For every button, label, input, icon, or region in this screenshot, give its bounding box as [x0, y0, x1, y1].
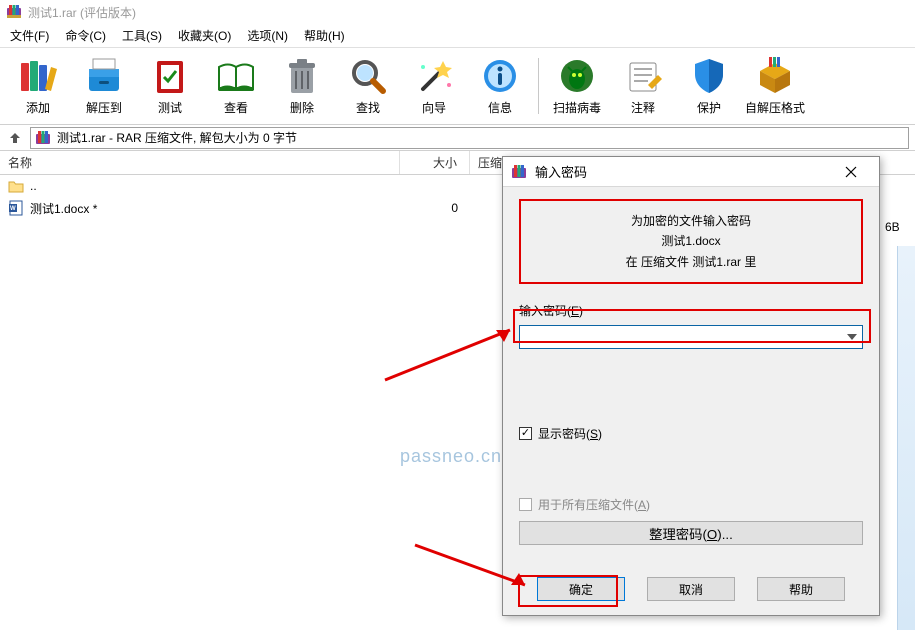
drawer-icon	[83, 55, 125, 97]
toolbar-find[interactable]: 查找	[336, 52, 400, 120]
toolbar-delete[interactable]: 删除	[270, 52, 334, 120]
organize-passwords-button[interactable]: 整理密码(O)...	[519, 521, 863, 545]
col-name[interactable]: 名称	[0, 151, 400, 174]
password-dialog: 输入密码 为加密的文件输入密码 测试1.docx 在 压缩文件 测试1.rar …	[502, 156, 880, 616]
folder-up-icon	[8, 179, 24, 193]
close-button[interactable]	[831, 158, 871, 186]
menu-tools[interactable]: 工具(S)	[116, 25, 168, 46]
toolbar-sfx[interactable]: 自解压格式	[743, 52, 807, 120]
password-input-combo	[519, 325, 863, 349]
toolbar-extract-to[interactable]: 解压到	[72, 52, 136, 120]
docx-icon: W	[8, 200, 24, 216]
menu-favorites[interactable]: 收藏夹(O)	[172, 25, 237, 46]
winrar-icon	[511, 164, 527, 180]
password-input[interactable]	[520, 327, 842, 347]
help-button[interactable]: 帮助	[757, 577, 845, 601]
dialog-buttons: 确定 取消 帮助	[503, 577, 879, 601]
password-dropdown[interactable]	[842, 326, 862, 348]
path-row: 测试1.rar - RAR 压缩文件, 解包大小为 0 字节	[0, 125, 915, 151]
winrar-icon	[6, 4, 22, 20]
toolbar-separator	[538, 58, 539, 114]
up-button[interactable]	[6, 129, 24, 147]
toolbar-add[interactable]: 添加	[6, 52, 70, 120]
toolbar-comment[interactable]: 注释	[611, 52, 675, 120]
box-icon	[754, 55, 796, 97]
path-box[interactable]: 测试1.rar - RAR 压缩文件, 解包大小为 0 字节	[30, 127, 909, 149]
wand-icon	[413, 55, 455, 97]
svg-text:W: W	[10, 206, 16, 212]
prompt-box: 为加密的文件输入密码 测试1.docx 在 压缩文件 测试1.rar 里	[519, 199, 863, 284]
menu-file[interactable]: 文件(F)	[4, 25, 55, 46]
watermark: passneo.cn	[400, 446, 502, 467]
dialog-titlebar: 输入密码	[503, 157, 879, 187]
menu-options[interactable]: 选项(N)	[241, 25, 294, 46]
toolbar-test[interactable]: 测试	[138, 52, 202, 120]
toolbar-info[interactable]: 信息	[468, 52, 532, 120]
show-password-checkbox[interactable]	[519, 427, 532, 440]
window-title: 测试1.rar (评估版本)	[28, 4, 136, 21]
info-icon	[479, 55, 521, 97]
trash-icon	[281, 55, 323, 97]
path-text: 测试1.rar - RAR 压缩文件, 解包大小为 0 字节	[57, 129, 297, 146]
side-text: 6B	[885, 220, 915, 238]
show-password-label: 显示密码(S)	[538, 425, 602, 442]
window-titlebar: 测试1.rar (评估版本)	[0, 0, 915, 24]
side-scrollbar[interactable]	[897, 246, 915, 630]
dialog-title: 输入密码	[535, 162, 823, 181]
open-book-icon	[215, 55, 257, 97]
ok-button[interactable]: 确定	[537, 577, 625, 601]
toolbar-view[interactable]: 查看	[204, 52, 268, 120]
show-password-row[interactable]: 显示密码(S)	[519, 425, 863, 442]
toolbar-virus-scan[interactable]: 扫描病毒	[545, 52, 609, 120]
col-size[interactable]: 大小	[400, 151, 470, 174]
password-label: 输入密码(E)	[519, 302, 863, 319]
virus-icon	[556, 55, 598, 97]
toolbar-protect[interactable]: 保护	[677, 52, 741, 120]
toolbar: 添加 解压到 测试 查看 删除 查找 向导	[0, 48, 915, 125]
note-icon	[622, 55, 664, 97]
books-add-icon	[17, 55, 59, 97]
winrar-icon	[35, 130, 51, 146]
notebook-check-icon	[149, 55, 191, 97]
cancel-button[interactable]: 取消	[647, 577, 735, 601]
menu-help[interactable]: 帮助(H)	[298, 25, 351, 46]
toolbar-wizard[interactable]: 向导	[402, 52, 466, 120]
magnifier-icon	[347, 55, 389, 97]
use-for-all-checkbox	[519, 498, 532, 511]
menu-commands[interactable]: 命令(C)	[59, 25, 112, 46]
use-for-all-row: 用于所有压缩文件(A)	[519, 496, 863, 513]
use-for-all-label: 用于所有压缩文件(A)	[538, 496, 650, 513]
menubar: 文件(F) 命令(C) 工具(S) 收藏夹(O) 选项(N) 帮助(H)	[0, 24, 915, 48]
shield-icon	[688, 55, 730, 97]
